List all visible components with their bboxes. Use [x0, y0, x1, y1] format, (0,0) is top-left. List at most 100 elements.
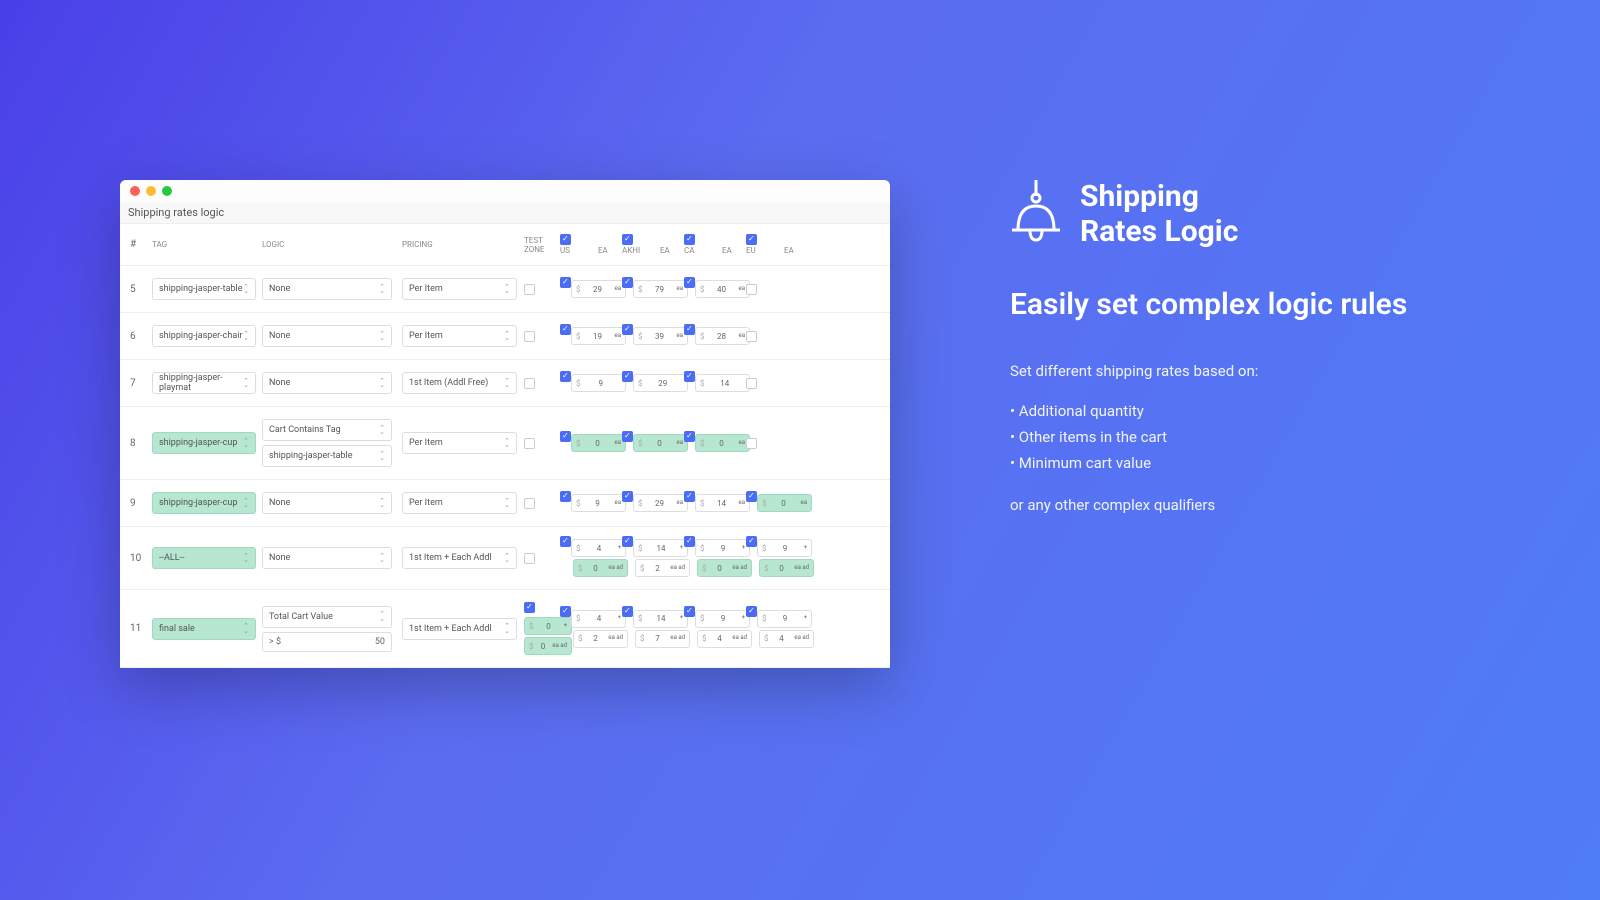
zone-checkbox[interactable] [622, 491, 633, 502]
price-input[interactable]: $40ea [695, 280, 750, 298]
zone-checkbox[interactable] [684, 536, 695, 547]
price-input[interactable]: $0ea [695, 434, 750, 452]
price-input[interactable]: $28ea [695, 327, 750, 345]
pricing-select[interactable]: 1st Item + Each Addl [402, 618, 517, 640]
tag-select[interactable]: --ALL-- [152, 547, 256, 569]
price-input[interactable]: $9+ [695, 539, 750, 557]
logic-select[interactable]: None [262, 492, 392, 514]
zone-enable-checkbox[interactable] [622, 234, 633, 245]
zone-checkbox[interactable] [684, 324, 695, 335]
price-input[interactable]: $29ea [571, 280, 626, 298]
pricing-select[interactable]: Per Item [402, 432, 517, 454]
zone-checkbox[interactable] [560, 491, 571, 502]
test-zone-checkbox[interactable] [524, 378, 535, 389]
zone-checkbox[interactable] [746, 378, 757, 389]
price-input[interactable]: $9ea [571, 494, 626, 512]
tag-select[interactable]: shipping-jasper-playmat [152, 372, 256, 394]
zone-checkbox[interactable] [684, 277, 695, 288]
zone-checkbox[interactable] [560, 431, 571, 442]
zone-enable-checkbox[interactable] [560, 234, 571, 245]
close-icon[interactable] [130, 186, 140, 196]
zone-checkbox[interactable] [622, 371, 633, 382]
zone-checkbox[interactable] [560, 371, 571, 382]
zone-checkbox[interactable] [746, 331, 757, 342]
price-input[interactable]: $0ea ad [759, 559, 814, 577]
zone-checkbox[interactable] [746, 284, 757, 295]
zone-checkbox[interactable] [746, 438, 757, 449]
price-input[interactable]: $19ea [571, 327, 626, 345]
test-zone-checkbox[interactable] [524, 498, 535, 509]
zone-checkbox[interactable] [622, 324, 633, 335]
price-input[interactable]: $4ea ad [697, 630, 752, 648]
logic-input[interactable]: > $50 [262, 632, 392, 652]
tag-select[interactable]: shipping-jasper-chair [152, 325, 256, 347]
pricing-select[interactable]: Per Item [402, 325, 517, 347]
test-zone-checkbox[interactable] [524, 438, 535, 449]
zone-checkbox[interactable] [684, 431, 695, 442]
price-input[interactable]: $4ea ad [759, 630, 814, 648]
price-input[interactable]: $9 [571, 374, 626, 392]
zone-checkbox[interactable] [684, 491, 695, 502]
zone-enable-checkbox[interactable] [684, 234, 695, 245]
logic-select[interactable]: Cart Contains Tag [262, 419, 392, 441]
price-input[interactable]: $4+ [571, 539, 626, 557]
price-input[interactable]: $79ea [633, 280, 688, 298]
price-input[interactable]: $14ea [695, 494, 750, 512]
logic-select[interactable]: None [262, 278, 392, 300]
tag-select[interactable]: shipping-jasper-table [152, 278, 256, 300]
zone-enable-checkbox[interactable] [746, 234, 757, 245]
price-input[interactable]: $2ea ad [573, 630, 628, 648]
price-input[interactable]: $0ea ad [573, 559, 628, 577]
zone-checkbox[interactable] [746, 491, 757, 502]
pricing-select[interactable]: Per Item [402, 278, 517, 300]
brand-line1: Shipping [1080, 180, 1238, 215]
maximize-icon[interactable] [162, 186, 172, 196]
zone-checkbox[interactable] [560, 324, 571, 335]
zone-checkbox[interactable] [622, 431, 633, 442]
pricing-select[interactable]: Per Item [402, 492, 517, 514]
price-input[interactable]: $14+ [633, 610, 688, 628]
zone-label: AKHI [622, 246, 646, 255]
price-input[interactable]: $29ea [633, 494, 688, 512]
price-input[interactable]: $14 [695, 374, 750, 392]
zone-checkbox[interactable] [622, 277, 633, 288]
zone-checkbox[interactable] [622, 536, 633, 547]
price-input[interactable]: $0ea [757, 494, 812, 512]
price-input[interactable]: $7ea ad [635, 630, 690, 648]
zone-checkbox[interactable] [560, 606, 571, 617]
tag-select[interactable]: shipping-jasper-cup [152, 432, 256, 454]
test-zone-checkbox[interactable] [524, 284, 535, 295]
test-zone-checkbox[interactable] [524, 553, 535, 564]
zone-checkbox[interactable] [684, 606, 695, 617]
price-input[interactable]: $9+ [757, 610, 812, 628]
price-input[interactable]: $9+ [695, 610, 750, 628]
zone-checkbox[interactable] [746, 606, 757, 617]
logic-select[interactable]: shipping-jasper-table [262, 445, 392, 467]
pricing-select[interactable]: 1st Item (Addl Free) [402, 372, 517, 394]
price-input[interactable]: $9+ [757, 539, 812, 557]
tag-select[interactable]: shipping-jasper-cup [152, 492, 256, 514]
price-input[interactable]: $14+ [633, 539, 688, 557]
price-input[interactable]: $2ea ad [635, 559, 690, 577]
pricing-select[interactable]: 1st Item + Each Addl [402, 547, 517, 569]
zone-checkbox[interactable] [684, 371, 695, 382]
minimize-icon[interactable] [146, 186, 156, 196]
logic-select[interactable]: None [262, 325, 392, 347]
price-input[interactable]: $39ea [633, 327, 688, 345]
tag-select[interactable]: final sale [152, 618, 256, 640]
price-input[interactable]: $0ea [633, 434, 688, 452]
test-zone-checkbox[interactable] [524, 331, 535, 342]
zone-checkbox[interactable] [622, 606, 633, 617]
price-input[interactable]: $0ea ad [697, 559, 752, 577]
zone-checkbox[interactable] [560, 277, 571, 288]
price-input[interactable]: $4+ [571, 610, 626, 628]
price-input[interactable]: $0ea [571, 434, 626, 452]
logic-select[interactable]: None [262, 547, 392, 569]
logic-select[interactable]: None [262, 372, 392, 394]
zone-checkbox[interactable] [560, 536, 571, 547]
logic-select[interactable]: Total Cart Value [262, 606, 392, 628]
app-window: Shipping rates logic # TAG LOGIC PRICING… [120, 180, 890, 668]
test-zone-checkbox[interactable] [524, 602, 535, 613]
price-input[interactable]: $29 [633, 374, 688, 392]
zone-checkbox[interactable] [746, 536, 757, 547]
